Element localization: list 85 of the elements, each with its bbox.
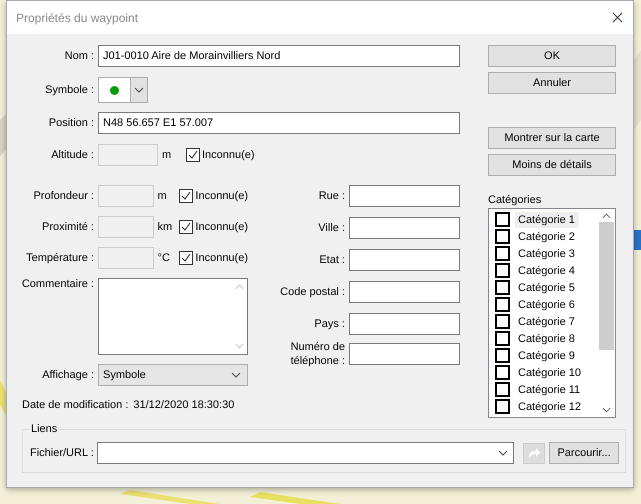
- field-label: Pays :: [313, 317, 346, 331]
- category-item[interactable]: Catégorie 2: [515, 228, 579, 244]
- address-field[interactable]: [349, 249, 460, 271]
- field-label: Fichier/URL :: [30, 447, 94, 459]
- category-item[interactable]: Catégorie 8: [515, 330, 579, 346]
- unit-label: m: [161, 149, 172, 161]
- category-item[interactable]: Catégorie 9: [515, 348, 579, 364]
- checkbox[interactable]: [495, 212, 510, 227]
- display-dropdown[interactable]: Symbole: [98, 364, 248, 386]
- chevron-down-icon: [231, 372, 241, 378]
- close-icon[interactable]: [612, 12, 623, 23]
- field-label: Etat :: [318, 253, 346, 267]
- address-field[interactable]: [349, 281, 460, 303]
- altitude-field[interactable]: [98, 144, 158, 166]
- checkbox[interactable]: [495, 297, 510, 312]
- category-item[interactable]: Catégorie 7: [515, 314, 579, 330]
- chevron-down-icon: [498, 450, 508, 456]
- address-field[interactable]: [349, 185, 460, 207]
- measure-field[interactable]: [98, 185, 154, 207]
- field-label: Nom :: [64, 50, 95, 62]
- checkbox[interactable]: [179, 220, 194, 234]
- unit-label: km: [156, 221, 174, 233]
- checkbox[interactable]: [495, 382, 510, 397]
- unit-label: °C: [156, 252, 171, 264]
- checkbox[interactable]: [495, 229, 510, 244]
- field-label: Température :: [25, 252, 95, 264]
- category-item[interactable]: Catégorie 11: [515, 382, 584, 398]
- checkbox[interactable]: [495, 348, 510, 363]
- field-label: Commentaire :: [20, 278, 95, 290]
- field-label: Rue :: [318, 189, 346, 203]
- category-item[interactable]: Catégorie 10: [515, 364, 585, 380]
- category-item[interactable]: Catégorie 4: [515, 262, 579, 278]
- field-label: Affichage :: [41, 369, 95, 381]
- circle-icon: [110, 86, 119, 94]
- category-item[interactable]: Catégorie 6: [515, 296, 579, 312]
- chevron-down-icon: [134, 87, 144, 93]
- dialog-button[interactable]: OK: [488, 45, 616, 67]
- field-label: Ville :: [317, 221, 346, 235]
- field-label: Profondeur :: [32, 190, 95, 202]
- unit-label: m: [156, 190, 168, 202]
- checkbox[interactable]: [495, 331, 510, 346]
- checkbox[interactable]: [179, 251, 194, 265]
- checkbox-label: Inconnu(e): [195, 190, 248, 202]
- name-field[interactable]: J01-0010 Aire de Morainvilliers Nord: [98, 45, 460, 67]
- window-title: Propriétés du waypoint: [16, 10, 138, 24]
- category-item[interactable]: Catégorie 3: [515, 246, 579, 262]
- checkbox-label: Inconnu(e): [195, 252, 248, 264]
- checkbox[interactable]: [495, 365, 510, 380]
- category-item[interactable]: Catégorie 12: [515, 398, 585, 414]
- checkbox[interactable]: [495, 246, 510, 261]
- group-title: Liens: [30, 423, 58, 435]
- dialog-button[interactable]: Annuler: [488, 72, 616, 94]
- field-label: Position :: [48, 117, 95, 129]
- address-field[interactable]: [349, 343, 460, 365]
- checkbox[interactable]: [495, 263, 510, 278]
- checkbox-label: Inconnu(e): [195, 221, 248, 233]
- checkbox[interactable]: [179, 189, 194, 203]
- browse-button[interactable]: Parcourir...: [549, 442, 619, 464]
- address-field[interactable]: [349, 313, 460, 335]
- map-button[interactable]: Montrer sur la carte: [488, 127, 616, 149]
- field-label: Numéro de téléphone :: [290, 340, 346, 368]
- field-label: Proximité :: [41, 221, 95, 233]
- arrow-icon: [527, 446, 542, 460]
- scroll-down-icon[interactable]: [602, 407, 611, 413]
- checkbox-label: Inconnu(e): [202, 149, 255, 161]
- field-label: Symbole :: [44, 84, 95, 96]
- position-field[interactable]: N48 56.657 E1 57.007: [98, 112, 460, 134]
- modified-value: 31/12/2020 18:30:30: [133, 399, 234, 411]
- checkbox[interactable]: [495, 399, 510, 414]
- field-label: Altitude :: [50, 149, 95, 161]
- scroll-up-icon[interactable]: [602, 213, 611, 219]
- categories-label: Catégories: [488, 194, 542, 206]
- symbol-dropdown[interactable]: [98, 77, 148, 103]
- checkbox[interactable]: [186, 148, 200, 162]
- checkbox[interactable]: [495, 280, 510, 295]
- category-item[interactable]: Catégorie 1: [515, 212, 579, 228]
- field-label: Code postal :: [279, 285, 346, 299]
- modified-label: Date de modification :: [22, 399, 128, 411]
- measure-field[interactable]: [98, 216, 154, 238]
- category-item[interactable]: Catégorie 5: [515, 280, 579, 296]
- checkbox[interactable]: [495, 314, 510, 329]
- map-button[interactable]: Moins de détails: [488, 154, 616, 176]
- measure-field[interactable]: [98, 247, 154, 269]
- url-field[interactable]: [96, 442, 514, 464]
- address-field[interactable]: [349, 217, 460, 239]
